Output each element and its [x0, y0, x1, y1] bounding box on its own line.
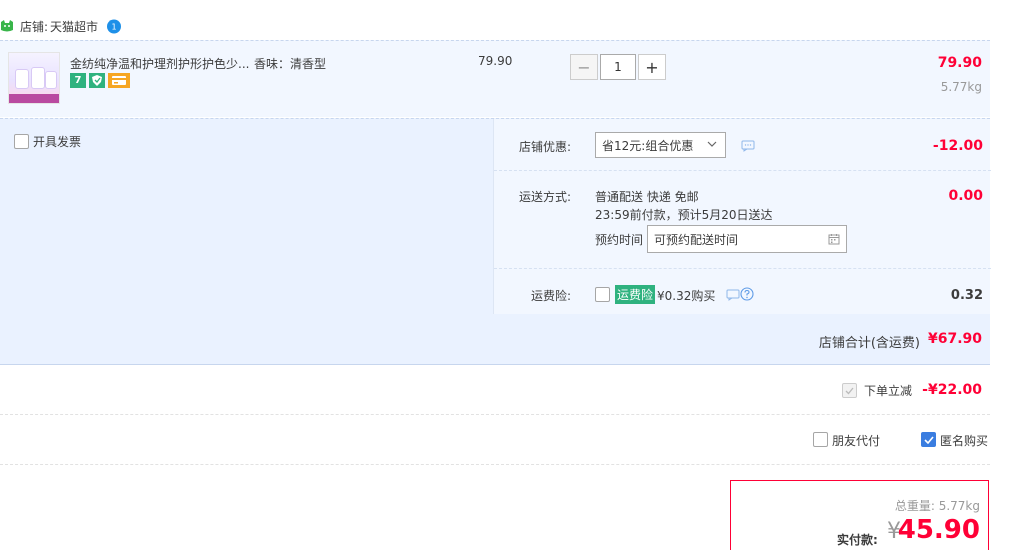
insurance-label: 运费险: — [530, 289, 571, 303]
wangwang-count: 1 — [112, 23, 117, 32]
service-badges: 7 — [70, 73, 130, 88]
shipping-amount: 0.00 — [948, 188, 983, 204]
guarantee-icon[interactable] — [89, 73, 105, 88]
shop-total-row: 店铺合计(含运费) ¥67.90 — [0, 314, 990, 365]
services-panel: 店铺优惠: 省12元:组合优惠 -12.00 运送方式: 普通配送 快递 免邮 … — [493, 119, 991, 315]
shop-name-link[interactable]: 天猫超市 — [50, 18, 98, 35]
order-discount-checkbox[interactable] — [842, 383, 857, 398]
actual-payment-label: 实付款: — [837, 533, 878, 547]
insurance-tag: 运费险 — [615, 285, 656, 304]
shipping-label: 运送方式: — [518, 190, 571, 204]
unit-price: 79.90 — [478, 54, 513, 68]
payment-options-row: 朋友代付 匿名购买 — [0, 415, 990, 465]
quantity-stepper: − 1 + — [570, 54, 666, 80]
shop-discount-selected: 省12元:组合优惠 — [602, 138, 694, 153]
insurance-checkbox[interactable] — [595, 287, 610, 302]
schedule-delivery-input[interactable]: 可预约配送时间 — [647, 225, 847, 253]
order-discount-label: 下单立减 — [864, 384, 913, 398]
shop-total-value: ¥67.90 — [927, 331, 982, 347]
invoice-option[interactable]: 开具发票 — [14, 133, 81, 150]
shop-discount-row: 店铺优惠: 省12元:组合优惠 -12.00 — [494, 119, 991, 171]
shop-total-label: 店铺合计(含运费) — [818, 336, 920, 351]
order-discount-value: -¥22.00 — [922, 382, 982, 398]
shop-label: 店铺: — [20, 19, 49, 34]
friend-pay-checkbox[interactable] — [813, 432, 828, 447]
actual-payment-value: 45.90 — [897, 515, 980, 545]
shop-discount-label: 店铺优惠: — [518, 140, 571, 154]
payment-summary-box: 总重量: 5.77kg 实付款: ¥ 45.90 — [730, 480, 989, 550]
product-title-link[interactable]: 金纺纯净温和护理剂护形护色少... — [70, 55, 249, 72]
anonymous-checkbox[interactable] — [921, 432, 936, 447]
invoice-label: 开具发票 — [33, 135, 82, 149]
wangwang-chat-icon[interactable]: 1 — [106, 18, 122, 34]
shipping-eta: 23:59前付款，预计5月20日送达 — [595, 208, 773, 222]
credit-card-icon[interactable] — [108, 73, 130, 88]
order-discount-row: 下单立减 -¥22.00 — [0, 365, 990, 415]
message-icon[interactable] — [741, 140, 755, 152]
schedule-placeholder: 可预约配送时间 — [654, 232, 739, 247]
total-weight: 总重量: 5.77kg — [894, 499, 980, 513]
friend-pay-label[interactable]: 朋友代付 — [832, 432, 880, 449]
help-icon[interactable] — [740, 287, 754, 301]
shop-header: 店铺: 天猫超市 1 — [0, 12, 990, 40]
message-icon[interactable] — [726, 289, 740, 301]
item-weight: 5.77kg — [940, 80, 982, 94]
tmall-shop-icon — [1, 20, 13, 32]
schedule-label: 预约时间 — [595, 233, 644, 247]
insurance-amount: 0.32 — [950, 288, 983, 303]
seven-day-return-icon[interactable]: 7 — [70, 73, 86, 88]
increase-quantity-button[interactable]: + — [638, 54, 666, 80]
order-item-row: 金纺纯净温和护理剂护形护色少... 香味：清香型 7 79.90 − 1 + 7… — [0, 40, 990, 117]
shop-discount-select[interactable]: 省12元:组合优惠 — [595, 132, 726, 158]
insurance-price: ¥0.32购买 — [657, 289, 716, 303]
decrease-quantity-button[interactable]: − — [570, 54, 598, 80]
item-total-price: 79.90 — [937, 55, 982, 71]
anonymous-label[interactable]: 匿名购买 — [940, 432, 988, 449]
shipping-row: 运送方式: 普通配送 快递 免邮 23:59前付款，预计5月20日送达 预约时间… — [494, 171, 991, 269]
quantity-input[interactable]: 1 — [600, 54, 636, 80]
shipping-method: 普通配送 快递 免邮 — [595, 190, 699, 204]
calendar-icon[interactable] — [828, 233, 840, 245]
product-spec: 香味：清香型 — [254, 57, 327, 71]
shop-services-block: 开具发票 店铺优惠: 省12元:组合优惠 -12.00 运送方式: 普通配送 快… — [0, 118, 991, 315]
shop-discount-amount: -12.00 — [932, 138, 983, 154]
product-thumbnail[interactable] — [8, 52, 60, 104]
invoice-checkbox[interactable] — [14, 134, 29, 149]
shipping-insurance-row: 运费险: 运费险 ¥0.32购买 0.32 — [494, 269, 991, 315]
chevron-down-icon — [707, 141, 717, 147]
